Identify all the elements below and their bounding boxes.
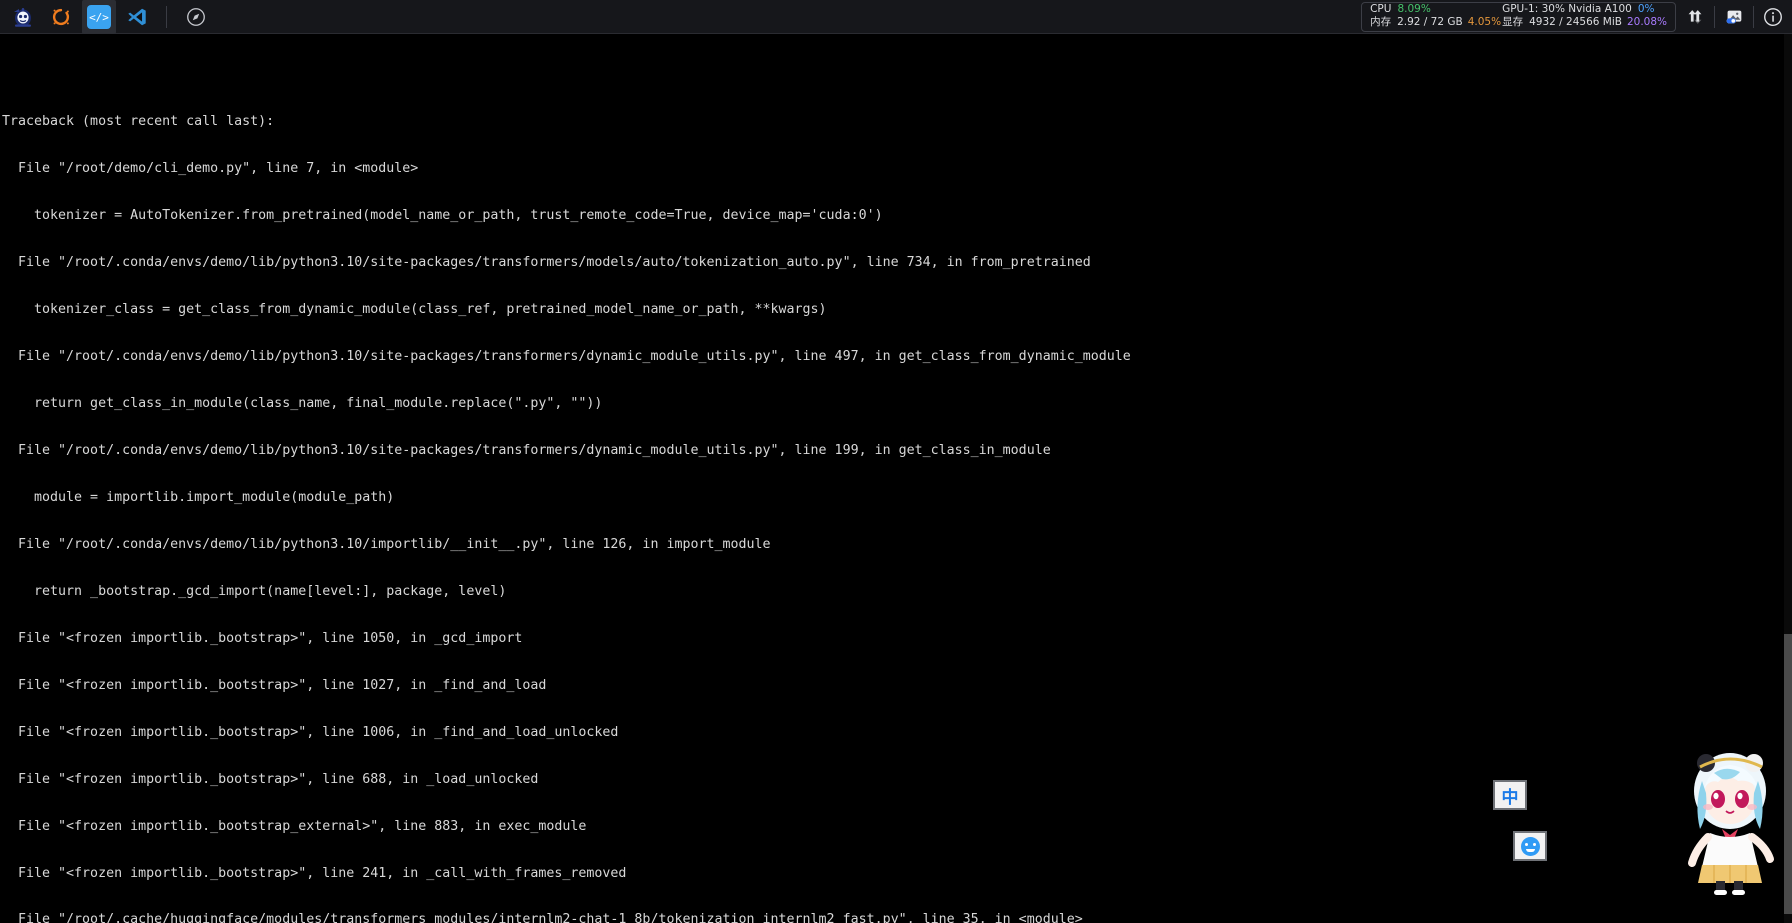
toolbar-divider	[166, 5, 167, 28]
traceback-line: File "/root/.cache/huggingface/modules/t…	[2, 912, 1083, 923]
ime-mode-badge[interactable]	[1513, 831, 1547, 861]
gpu-status: GPU-1: 30% Nvidia A100 0%	[1502, 3, 1654, 16]
traceback-line: File "/root/.conda/envs/demo/lib/python3…	[2, 442, 1051, 458]
ime-language-label: 中	[1501, 787, 1519, 808]
traceback-line: File "/root/.conda/envs/demo/lib/python3…	[2, 536, 771, 552]
traceback-line: Traceback (most recent call last):	[2, 114, 275, 130]
image-toggle-icon[interactable]	[1715, 0, 1753, 34]
traceback-line: File "/root/demo/cli_demo.py", line 7, i…	[2, 161, 419, 177]
traceback-line: File "<frozen importlib._bootstrap>", li…	[2, 630, 523, 646]
terminal-scrollbar-thumb[interactable]	[1784, 634, 1792, 914]
memory-label: 内存	[1370, 16, 1392, 28]
traceback-line: module = importlib.import_module(module_…	[2, 489, 395, 505]
traceback-line: File "/root/.conda/envs/demo/lib/python3…	[2, 349, 1131, 365]
traceback-line: File "<frozen importlib._bootstrap>", li…	[2, 865, 627, 881]
cpu-value: 8.09%	[1397, 3, 1431, 15]
traceback-line: return _bootstrap._gcd_import(name[level…	[2, 583, 507, 599]
traceback-line: File "<frozen importlib._bootstrap>", li…	[2, 724, 619, 740]
ime-language-badge[interactable]: 中	[1493, 780, 1527, 810]
cpu-label: CPU	[1370, 3, 1392, 15]
vram-percent: 20.08%	[1626, 16, 1667, 28]
traceback-line: tokenizer_class = get_class_from_dynamic…	[2, 302, 827, 318]
memory-percent: 4.05%	[1467, 16, 1502, 28]
app-launcher-group: </>	[0, 0, 215, 34]
toolbar-right-group	[1676, 0, 1792, 34]
traceback-line: File "/root/.conda/envs/demo/lib/python3…	[2, 255, 1091, 271]
traceback-line: tokenizer = AutoTokenizer.from_pretraine…	[2, 208, 883, 224]
gpu-value: 0%	[1637, 3, 1655, 15]
vram-status: 显存 4932 / 24566 MiB 20.08%	[1502, 16, 1667, 29]
compass-icon[interactable]	[179, 0, 213, 34]
openbayes-icon[interactable]	[44, 0, 78, 34]
traceback-line: File "<frozen importlib._bootstrap>", li…	[2, 677, 547, 693]
info-icon[interactable]	[1754, 0, 1792, 34]
code-server-icon[interactable]: </>	[82, 0, 116, 34]
emoji-face-icon	[1520, 836, 1540, 856]
gpu-label: GPU-1: 30% Nvidia A100	[1502, 3, 1632, 15]
conda-navigator-icon[interactable]	[6, 0, 40, 34]
svg-text:</>: </>	[89, 11, 109, 24]
status-row-top: CPU 8.09% GPU-1: 30% Nvidia A100 0%	[1370, 3, 1667, 16]
cpu-status: CPU 8.09%	[1370, 3, 1502, 16]
vscode-icon[interactable]	[120, 0, 154, 34]
status-row-bottom: 内存 2.92 / 72 GB 4.05% 显存 4932 / 24566 Mi…	[1370, 16, 1667, 29]
memory-status: 内存 2.92 / 72 GB 4.05%	[1370, 16, 1502, 29]
vram-label: 显存	[1502, 16, 1524, 28]
vram-value: 4932 / 24566 MiB	[1529, 16, 1622, 28]
top-app-bar: </> CPU 8.09% GPU-1: 30% Nvidia A100 0% …	[0, 0, 1792, 34]
system-status-panel: CPU 8.09% GPU-1: 30% Nvidia A100 0% 内存 2…	[1361, 1, 1676, 32]
network-transfer-icon[interactable]	[1676, 0, 1714, 34]
memory-value: 2.92 / 72 GB	[1397, 16, 1463, 28]
traceback-line: return get_class_in_module(class_name, f…	[2, 396, 603, 411]
terminal-scrollbar-track[interactable]	[1784, 34, 1792, 923]
